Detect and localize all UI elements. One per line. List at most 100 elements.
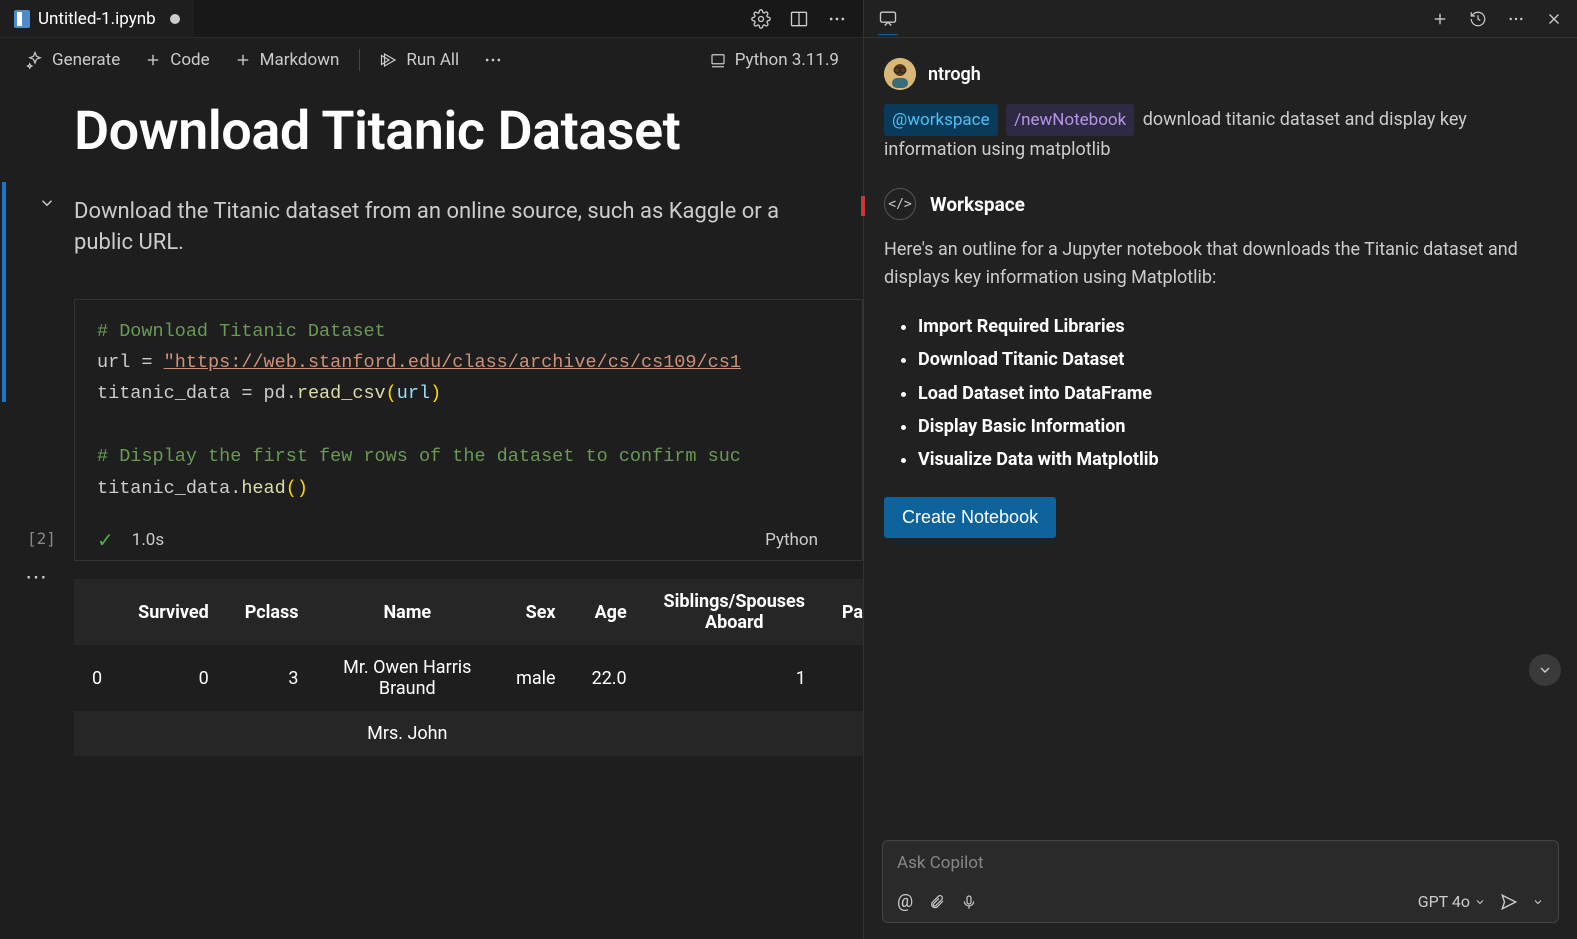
outline-item: Display Basic Information <box>918 410 1557 443</box>
code-content[interactable]: # Download Titanic Dataset url = "https:… <box>75 300 862 521</box>
unsaved-dot-icon <box>170 14 180 24</box>
cell-more-icon[interactable]: ⋯ <box>25 565 47 590</box>
markdown-paragraph: Download the Titanic dataset from an onl… <box>74 197 834 259</box>
table-header: Age <box>574 579 645 645</box>
table-header: Pa <box>824 579 863 645</box>
table-cell: Mr. Owen Harris Braund <box>317 645 499 711</box>
tab-bar: Untitled-1.ipynb <box>0 0 863 38</box>
execution-time: 1.0s <box>132 530 164 550</box>
table-cell: 3 <box>227 645 317 711</box>
table-cell: 0 <box>120 645 227 711</box>
add-markdown-button[interactable]: Markdown <box>222 50 352 70</box>
execution-count: [2] <box>27 529 56 548</box>
user-message-header: ntrogh <box>884 58 1557 90</box>
table-cell <box>574 711 645 756</box>
attach-icon[interactable] <box>929 893 945 911</box>
more-toolbar-button[interactable] <box>471 50 515 70</box>
run-all-label: Run All <box>406 50 459 70</box>
outline-item: Import Required Libraries <box>918 310 1557 343</box>
table-header: Pclass <box>227 579 317 645</box>
outline-item: Visualize Data with Matplotlib <box>918 443 1557 476</box>
chat-input-box[interactable]: Ask Copilot @ GPT 4o <box>882 840 1559 923</box>
table-cell <box>645 711 824 756</box>
history-icon[interactable] <box>1469 10 1487 28</box>
code-cell[interactable]: # Download Titanic Dataset url = "https:… <box>74 299 863 562</box>
code-label: Code <box>170 50 209 70</box>
more-tab-icon[interactable] <box>827 9 847 29</box>
close-chat-icon[interactable] <box>1545 10 1563 28</box>
table-header-row: Survived Pclass Name Sex Age Siblings/Sp… <box>74 579 863 645</box>
mention-icon[interactable]: @ <box>897 891 913 912</box>
settings-icon[interactable] <box>751 9 771 29</box>
chat-input-bottom: @ GPT 4o <box>897 891 1544 912</box>
table-header: Name <box>317 579 499 645</box>
kernel-selector[interactable]: Python 3.11.9 <box>699 50 849 70</box>
user-avatar <box>884 58 916 90</box>
tab-filename: Untitled-1.ipynb <box>38 9 156 29</box>
new-chat-icon[interactable] <box>1431 10 1449 28</box>
send-icon[interactable] <box>1500 893 1518 911</box>
create-notebook-button[interactable]: Create Notebook <box>884 497 1056 538</box>
table-row: 0 0 3 Mr. Owen Harris Braund male 22.0 1 <box>74 645 863 711</box>
agent-name: Workspace <box>930 193 1025 216</box>
success-check-icon: ✓ <box>97 528 114 552</box>
table-cell <box>227 711 317 756</box>
table-cell: 22.0 <box>574 645 645 711</box>
cell-language[interactable]: Python <box>765 530 840 550</box>
markdown-label: Markdown <box>260 50 340 70</box>
table-cell <box>498 711 574 756</box>
table-header: Sex <box>498 579 574 645</box>
more-chat-icon[interactable] <box>1507 10 1525 28</box>
notebook-body: Download Titanic Dataset Download the Ti… <box>0 82 863 939</box>
notebook-toolbar: Generate Code Markdown Run All Python 3.… <box>0 38 863 82</box>
code-icon: </> <box>884 188 916 220</box>
chat-panel: ntrogh @workspace /newNotebook download … <box>863 0 1577 939</box>
generate-label: Generate <box>52 50 120 70</box>
username: ntrogh <box>928 64 981 85</box>
outline-list: Import Required Libraries Download Titan… <box>884 310 1557 476</box>
tab-actions <box>751 9 863 29</box>
table-cell <box>824 711 863 756</box>
notebook-icon <box>14 10 30 28</box>
agent-intro: Here's an outline for a Jupyter notebook… <box>884 236 1557 292</box>
split-editor-icon[interactable] <box>789 9 809 29</box>
chat-body: ntrogh @workspace /newNotebook download … <box>864 38 1577 822</box>
execution-footer: [2] ✓ 1.0s Python <box>75 520 862 560</box>
agent-message-header: </> Workspace <box>884 188 1557 220</box>
send-dropdown-icon[interactable] <box>1532 896 1544 908</box>
add-code-button[interactable]: Code <box>132 50 221 70</box>
run-all-button[interactable]: Run All <box>368 50 471 70</box>
table-cell <box>824 645 863 711</box>
table-cell: 1 <box>645 645 824 711</box>
outline-item: Load Dataset into DataFrame <box>918 377 1557 410</box>
table-cell: male <box>498 645 574 711</box>
table-cell: Mrs. John <box>317 711 499 756</box>
table-row: Mrs. John <box>74 711 863 756</box>
model-selector[interactable]: GPT 4o <box>1418 892 1486 911</box>
workspace-chip[interactable]: @workspace <box>884 104 998 136</box>
table-header <box>74 579 120 645</box>
generate-button[interactable]: Generate <box>14 50 132 70</box>
markdown-heading: Download Titanic Dataset <box>74 100 863 163</box>
kernel-name: Python 3.11.9 <box>735 50 839 70</box>
collapse-cell-icon[interactable] <box>38 194 56 212</box>
table-cell <box>74 711 120 756</box>
active-cell-indicator <box>2 182 6 402</box>
table-header: Siblings/Spouses Aboard <box>645 579 824 645</box>
chat-input-placeholder: Ask Copilot <box>897 853 1544 873</box>
chat-header <box>864 0 1577 38</box>
table-cell: 0 <box>74 645 120 711</box>
output-table: Survived Pclass Name Sex Age Siblings/Sp… <box>74 579 863 756</box>
chat-tab-icon[interactable] <box>878 8 898 35</box>
message-indicator <box>864 196 865 216</box>
table-header: Survived <box>120 579 227 645</box>
newnotebook-chip[interactable]: /newNotebook <box>1006 104 1134 136</box>
editor-panel: Untitled-1.ipynb Generate Code Mark <box>0 0 863 939</box>
table-cell <box>120 711 227 756</box>
outline-item: Download Titanic Dataset <box>918 343 1557 376</box>
mic-icon[interactable] <box>961 893 977 911</box>
scroll-down-button[interactable] <box>1529 654 1561 686</box>
file-tab[interactable]: Untitled-1.ipynb <box>0 0 194 37</box>
toolbar-separator <box>359 49 360 71</box>
user-prompt: @workspace /newNotebook download titanic… <box>884 104 1557 164</box>
